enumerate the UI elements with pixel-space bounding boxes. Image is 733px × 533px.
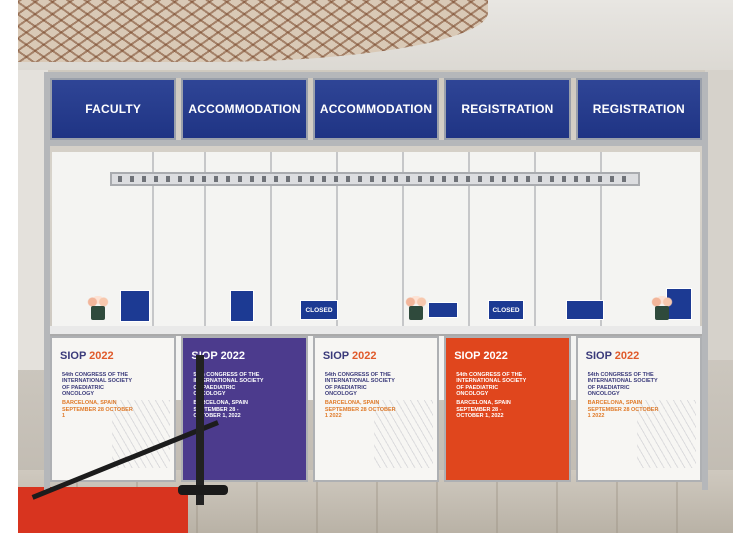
poster-text: 54th CONGRESS OF THE INTERNATIONAL SOCIE… bbox=[193, 372, 266, 419]
table-sign bbox=[230, 290, 254, 322]
counter-top bbox=[50, 326, 702, 336]
frame-right bbox=[702, 72, 708, 490]
poster-logo-text: SIOP bbox=[585, 350, 612, 362]
header-faculty: FACULTY bbox=[50, 78, 177, 140]
header-signs: FACULTY ACCOMMODATION ACCOMMODATION REGI… bbox=[50, 78, 703, 140]
closed-sign-2: CLOSED bbox=[488, 300, 524, 320]
poster-line: 54th CONGRESS OF THE INTERNATIONAL SOCIE… bbox=[456, 372, 527, 397]
poster-year: 2022 bbox=[614, 350, 640, 362]
poster-logo-text: SIOP bbox=[60, 350, 87, 362]
poster: SIOP 2022 54th CONGRESS OF THE INTERNATI… bbox=[50, 336, 177, 482]
header-accommodation-1: ACCOMMODATION bbox=[181, 78, 308, 140]
poster-year: 2022 bbox=[483, 350, 508, 362]
poster-line: 54th CONGRESS OF THE INTERNATIONAL SOCIE… bbox=[62, 372, 132, 397]
poster-city: BARCELONA, SPAIN SEPTEMBER 28 - OCTOBER … bbox=[456, 400, 511, 419]
poster-line: 54th CONGRESS OF THE INTERNATIONAL SOCIE… bbox=[193, 372, 264, 397]
poster-logo: SIOP 2022 bbox=[60, 350, 114, 363]
poster: SIOP 2022 54th CONGRESS OF THE INTERNATI… bbox=[312, 336, 440, 482]
poster-illustration bbox=[111, 399, 171, 468]
poster-year: 2022 bbox=[89, 350, 114, 362]
poster: SIOP 2022 54th CONGRESS OF THE INTERNATI… bbox=[444, 336, 571, 482]
header-accommodation-2: ACCOMMODATION bbox=[312, 78, 440, 140]
poster-logo-text: SIOP bbox=[454, 350, 481, 362]
poster-line: 54th CONGRESS OF THE INTERNATIONAL SOCIE… bbox=[587, 372, 658, 397]
flower-pot bbox=[648, 296, 676, 320]
table-sign bbox=[428, 302, 458, 318]
poster-line: 54th CONGRESS OF THE INTERNATIONAL SOCIE… bbox=[324, 372, 395, 397]
poster-illustration bbox=[374, 399, 434, 468]
flower-pot bbox=[84, 296, 112, 320]
stanchion-post bbox=[196, 355, 204, 505]
poster-logo: SIOP 2022 bbox=[323, 350, 377, 363]
flower-pot bbox=[402, 296, 430, 320]
header-registration-2: REGISTRATION bbox=[575, 78, 703, 140]
poster: SIOP 2022 54th CONGRESS OF THE INTERNATI… bbox=[575, 336, 703, 482]
closed-sign-1: CLOSED bbox=[300, 300, 338, 320]
table-sign bbox=[120, 290, 150, 322]
counter-items: CLOSED CLOSED bbox=[44, 288, 708, 324]
photo: FACULTY ACCOMMODATION ACCOMMODATION REGI… bbox=[0, 0, 733, 533]
poster-year: 2022 bbox=[220, 350, 246, 362]
poster-illustration bbox=[637, 399, 697, 468]
registration-booth: FACULTY ACCOMMODATION ACCOMMODATION REGI… bbox=[44, 72, 708, 490]
counter-posters: SIOP 2022 54th CONGRESS OF THE INTERNATI… bbox=[50, 336, 703, 482]
pot bbox=[409, 306, 423, 320]
poster-logo-text: SIOP bbox=[322, 350, 349, 362]
header-registration-1: REGISTRATION bbox=[444, 78, 571, 140]
poster-logo: SIOP 2022 bbox=[586, 350, 640, 363]
pot bbox=[655, 306, 669, 320]
table-sign bbox=[566, 300, 604, 320]
poster-text: 54th CONGRESS OF THE INTERNATIONAL SOCIE… bbox=[456, 372, 529, 419]
background-escalator bbox=[705, 70, 733, 360]
frame-header-bottom bbox=[44, 140, 708, 146]
stanchion-base bbox=[178, 485, 228, 495]
poster-year: 2022 bbox=[351, 350, 377, 362]
poster-city: BARCELONA, SPAIN SEPTEMBER 28 - OCTOBER … bbox=[193, 400, 249, 419]
left-wall bbox=[0, 0, 18, 533]
poster-logo: SIOP 2022 bbox=[454, 350, 508, 363]
pot bbox=[91, 306, 105, 320]
truss-lights bbox=[118, 176, 634, 182]
